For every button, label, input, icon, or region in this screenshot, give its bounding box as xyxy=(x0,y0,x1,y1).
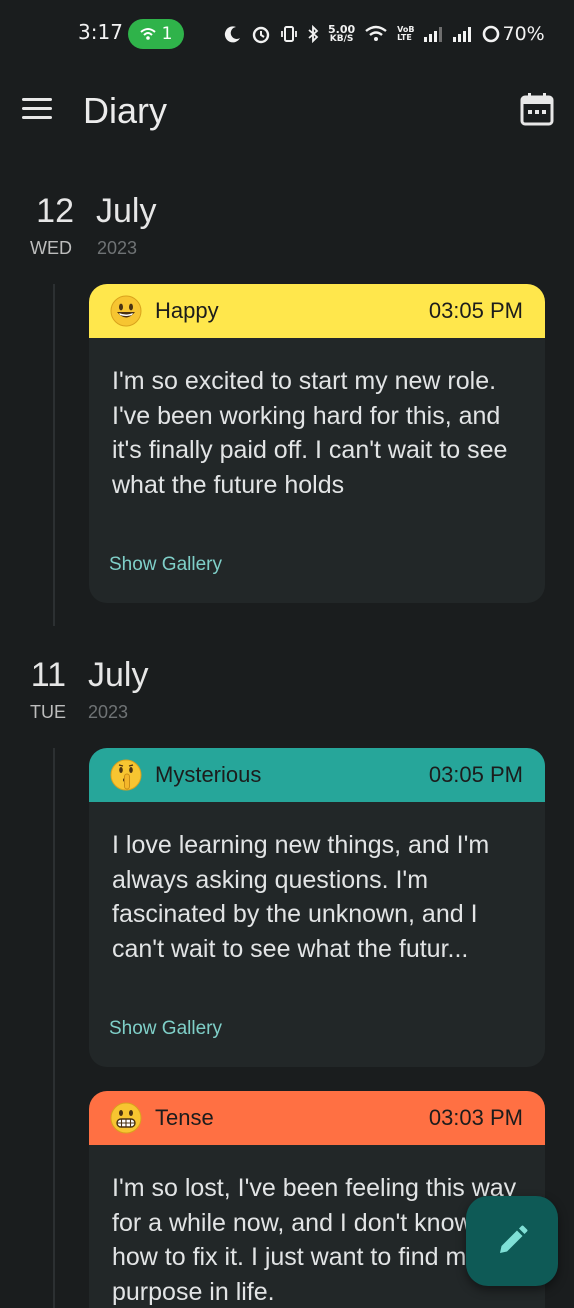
wifi-icon xyxy=(365,25,387,41)
shushing-face-icon xyxy=(110,759,142,791)
show-gallery-link[interactable]: Show Gallery xyxy=(109,1018,222,1040)
day-weekday: TUE xyxy=(30,702,66,722)
moon-icon xyxy=(224,26,240,43)
new-entry-button[interactable] xyxy=(466,1196,558,1286)
grimacing-face-icon xyxy=(110,1102,142,1134)
day-weekday: WED xyxy=(30,238,72,258)
calendar-icon[interactable] xyxy=(520,92,554,126)
bluetooth-icon xyxy=(308,25,319,43)
signal-icon-1 xyxy=(423,27,442,42)
diary-entry-card[interactable]: Mysterious 03:05 PM I love learning new … xyxy=(89,748,545,1067)
battery-percent: 70% xyxy=(502,23,545,45)
entry-time: 03:03 PM xyxy=(428,1105,523,1130)
day-year: 2023 xyxy=(97,238,138,258)
day-header: 12 July WED 2023 xyxy=(0,192,574,262)
battery-ring-icon xyxy=(482,25,499,43)
entry-text: I love learning new things, and I'm alwa… xyxy=(112,831,490,963)
entry-text: I'm so excited to start my new role. I'v… xyxy=(112,367,508,499)
entry-header: Tense 03:03 PM xyxy=(89,1091,545,1145)
hotspot-count: 1 xyxy=(161,24,173,44)
day-header: 11 July TUE 2023 xyxy=(0,656,574,726)
day-month: July xyxy=(96,192,157,230)
diary-entry-card[interactable]: Happy 03:05 PM I'm so excited to start m… xyxy=(89,284,545,603)
timeline-line xyxy=(53,748,55,1308)
hotspot-icon xyxy=(139,28,156,40)
status-bar: 3:17 1 5.00 KB/S VoB LTE 70% xyxy=(0,0,574,68)
mood-label: Happy xyxy=(155,298,219,323)
hotspot-badge: 1 xyxy=(128,19,184,49)
entry-time: 03:05 PM xyxy=(428,298,523,323)
status-icons: 5.00 KB/S VoB LTE 70% xyxy=(224,20,545,48)
entry-header: Mysterious 03:05 PM xyxy=(89,748,545,802)
entry-header: Happy 03:05 PM xyxy=(89,284,545,338)
day-month: July xyxy=(88,656,149,694)
entry-time: 03:05 PM xyxy=(428,762,523,787)
timeline-line xyxy=(53,284,55,626)
volte-label: VoB LTE xyxy=(397,25,415,42)
alarm-icon xyxy=(252,26,270,44)
net-speed: 5.00 KB/S xyxy=(328,23,356,44)
day-number: 11 xyxy=(30,656,66,694)
day-number: 12 xyxy=(36,192,74,230)
mood-label: Mysterious xyxy=(155,762,262,787)
signal-icon-2 xyxy=(452,27,471,42)
status-time: 3:17 xyxy=(78,20,123,44)
mood-label: Tense xyxy=(155,1105,214,1130)
day-year: 2023 xyxy=(88,702,129,722)
grinning-face-icon xyxy=(110,295,142,327)
app-bar: Diary xyxy=(0,70,574,156)
vibrate-icon xyxy=(281,26,297,42)
page-title: Diary xyxy=(83,90,168,131)
show-gallery-link[interactable]: Show Gallery xyxy=(109,554,222,576)
pencil-icon xyxy=(500,1225,528,1253)
menu-icon[interactable] xyxy=(22,98,52,122)
